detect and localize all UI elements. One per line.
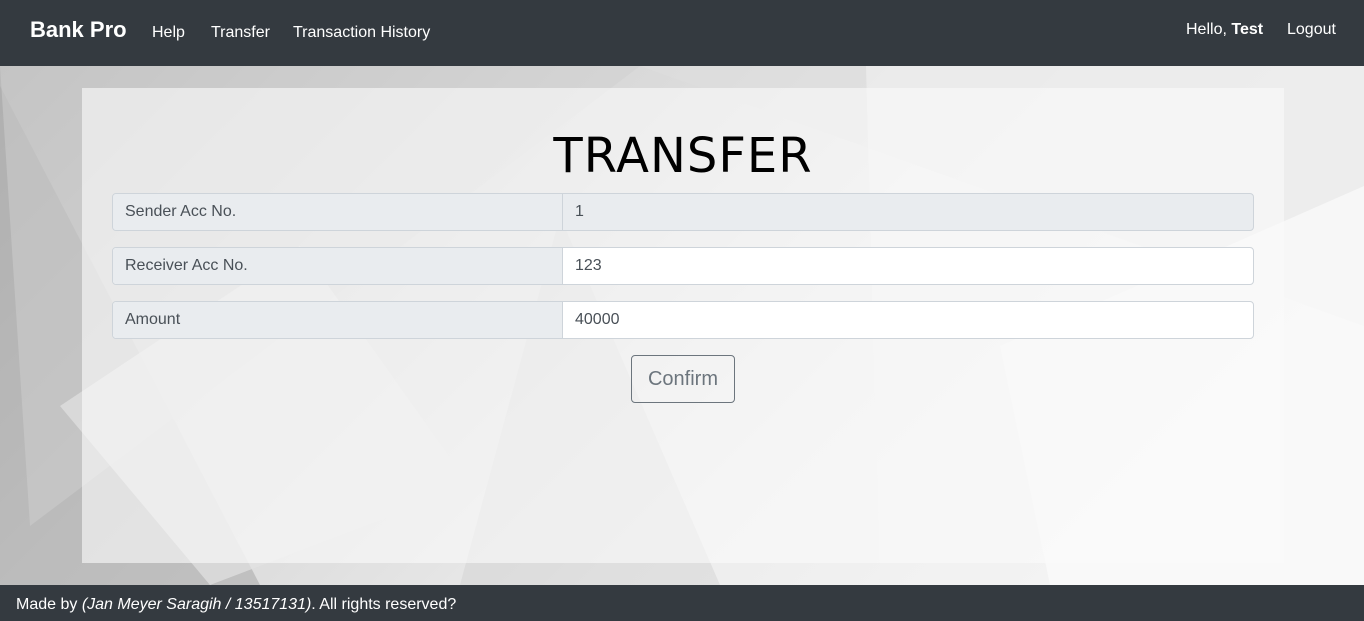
sender-account-label: Sender Acc No. bbox=[113, 194, 563, 230]
page-title: TRANSFER bbox=[553, 128, 813, 184]
footer-author: (Jan Meyer Saragih / 13517131) bbox=[81, 596, 312, 613]
footer-prefix: Made by bbox=[16, 596, 78, 613]
top-navbar: Bank Pro Help Transfer Transaction Histo… bbox=[0, 0, 1364, 66]
amount-field[interactable] bbox=[563, 302, 1253, 338]
receiver-account-field[interactable] bbox=[563, 248, 1253, 284]
user-name: Test bbox=[1231, 21, 1264, 38]
brand-logo-text[interactable]: Bank Pro bbox=[30, 17, 127, 43]
page-footer: Made by (Jan Meyer Saragih / 13517131). … bbox=[0, 585, 1364, 621]
greeting-prefix: Hello, bbox=[1186, 21, 1227, 38]
receiver-account-label: Receiver Acc No. bbox=[113, 248, 563, 284]
nav-link-transfer[interactable]: Transfer bbox=[211, 24, 270, 42]
amount-label: Amount bbox=[113, 302, 563, 338]
amount-group: Amount bbox=[112, 301, 1254, 339]
nav-link-transaction-history[interactable]: Transaction History bbox=[293, 24, 430, 42]
user-greeting: Hello, Test bbox=[1186, 21, 1263, 39]
sender-account-field bbox=[563, 194, 1253, 230]
footer-suffix: . All rights reserved? bbox=[311, 596, 457, 613]
sender-account-group: Sender Acc No. bbox=[112, 193, 1254, 231]
logout-link[interactable]: Logout bbox=[1287, 21, 1336, 39]
receiver-account-group: Receiver Acc No. bbox=[112, 247, 1254, 285]
transfer-form-card: TRANSFER Sender Acc No. Receiver Acc No.… bbox=[82, 88, 1284, 563]
nav-link-help[interactable]: Help bbox=[152, 24, 185, 42]
confirm-button[interactable]: Confirm bbox=[631, 355, 735, 403]
